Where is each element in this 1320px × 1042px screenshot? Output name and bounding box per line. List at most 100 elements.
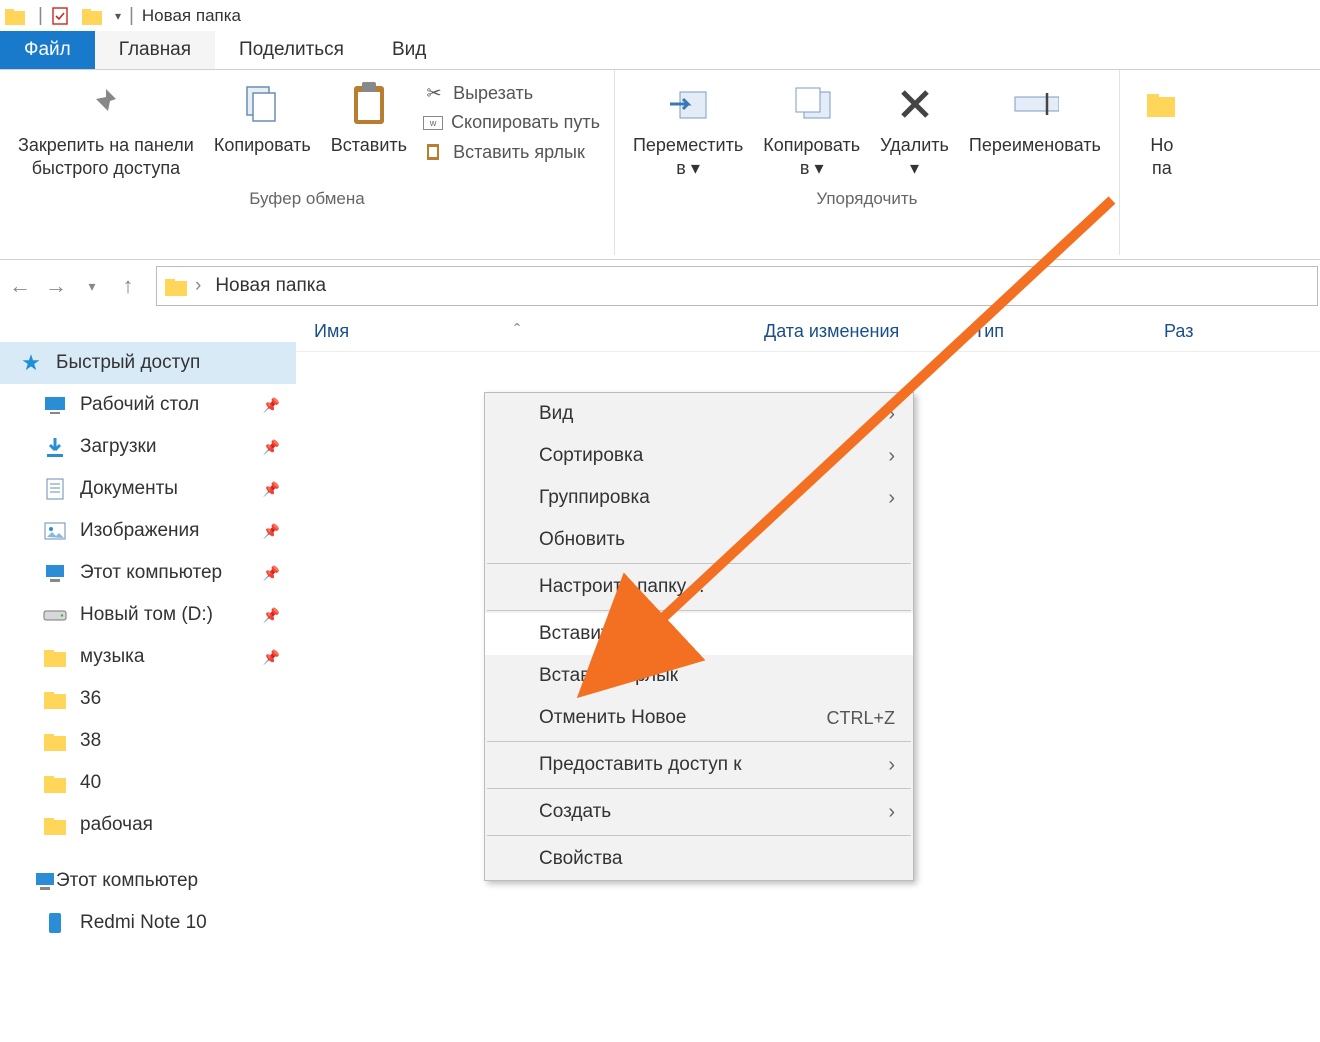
pin-icon: 📌 [263, 607, 280, 624]
tab-file[interactable]: Файл [0, 31, 95, 69]
sidebar-item-6[interactable]: музыка📌 [0, 636, 296, 678]
pin-icon: 📌 [263, 439, 280, 456]
move-to-button[interactable]: Переместить в ▾ [623, 74, 753, 185]
documents-icon [42, 476, 68, 502]
move-to-label: Переместить в ▾ [633, 134, 743, 179]
ctx-refresh[interactable]: Обновить [485, 519, 913, 561]
breadcrumb-separator: › [195, 275, 201, 297]
copy-icon [238, 80, 286, 128]
menu-separator [487, 563, 911, 564]
paste-button[interactable]: Вставить [321, 74, 417, 163]
titlebar-separator-2: | [129, 5, 134, 27]
column-headers: Имя ˆ Дата изменения Тип Раз [296, 312, 1320, 352]
pin-icon: 📌 [263, 565, 280, 582]
path-icon: w [423, 116, 443, 130]
chevron-right-icon: › [888, 801, 895, 824]
scissors-icon: ✂ [423, 82, 445, 104]
chevron-right-icon: › [888, 754, 895, 777]
clipboard-icon [345, 80, 393, 128]
sidebar-item-3[interactable]: Изображения📌 [0, 510, 296, 552]
ctx-paste[interactable]: Вставить [485, 613, 913, 655]
folder-icon [42, 770, 68, 796]
back-button[interactable]: ← [2, 268, 38, 304]
sidebar-item-10[interactable]: рабочая [0, 804, 296, 846]
pin-icon: 📌 [263, 397, 280, 414]
folder-icon [42, 644, 68, 670]
pc-icon [34, 871, 56, 891]
sidebar-item-1[interactable]: Загрузки📌 [0, 426, 296, 468]
forward-button[interactable]: → [38, 268, 74, 304]
titlebar-separator: | [38, 5, 43, 27]
rename-button[interactable]: Переименовать [959, 74, 1111, 163]
sidebar-item-0[interactable]: Рабочий стол📌 [0, 384, 296, 426]
paste-label: Вставить [331, 134, 407, 157]
menu-separator [487, 610, 911, 611]
copy-to-button[interactable]: Копировать в ▾ [753, 74, 870, 185]
column-type[interactable]: Тип [974, 321, 1164, 342]
sidebar-quick-access[interactable]: ★ Быстрый доступ [0, 342, 296, 384]
cut-button[interactable]: ✂ Вырезать [423, 78, 600, 108]
ctx-view[interactable]: Вид› [485, 393, 913, 435]
ctx-new[interactable]: Создать› [485, 791, 913, 833]
window-title: Новая папка [142, 6, 241, 26]
menu-separator [487, 835, 911, 836]
drive-icon [42, 602, 68, 628]
column-date[interactable]: Дата изменения [764, 321, 974, 342]
qat-dropdown-icon[interactable]: ▾ [115, 9, 121, 23]
folder-icon [2, 3, 28, 29]
pin-icon: 📌 [263, 649, 280, 666]
group-label-organize: Упорядочить [816, 185, 917, 209]
sidebar-item-9[interactable]: 40 [0, 762, 296, 804]
column-name[interactable]: Имя ˆ [314, 321, 764, 342]
ribbon-group-new-partial: Но па [1120, 70, 1204, 255]
phone-icon [42, 910, 68, 936]
rename-icon [1011, 80, 1059, 128]
folder-icon [165, 276, 187, 296]
sidebar-item-phone[interactable]: Redmi Note 10 [0, 902, 296, 944]
ctx-customize[interactable]: Настроить папку… [485, 566, 913, 608]
sidebar-item-7[interactable]: 36 [0, 678, 296, 720]
pin-quick-access-button[interactable]: Закрепить на панели быстрого доступа [8, 74, 204, 185]
folder-icon [42, 686, 68, 712]
pin-label: Закрепить на панели быстрого доступа [18, 134, 194, 179]
chevron-right-icon: › [888, 403, 895, 426]
sidebar-this-pc[interactable]: Этот компьютер [0, 860, 296, 902]
clipboard-mini-buttons: ✂ Вырезать w Скопировать путь Вставить я… [417, 74, 606, 167]
sidebar-item-4[interactable]: Этот компьютер📌 [0, 552, 296, 594]
tab-view[interactable]: Вид [368, 31, 450, 69]
ctx-properties[interactable]: Свойства [485, 838, 913, 880]
qat-properties-icon[interactable] [47, 3, 73, 29]
up-button[interactable]: ↑ [110, 268, 146, 304]
ctx-paste-shortcut[interactable]: Вставить ярлык [485, 655, 913, 697]
ctx-group[interactable]: Группировка› [485, 477, 913, 519]
address-bar[interactable]: › Новая папка [156, 266, 1318, 306]
folder-icon [42, 728, 68, 754]
tab-share[interactable]: Поделиться [215, 31, 368, 69]
chevron-right-icon: › [888, 487, 895, 510]
breadcrumb[interactable]: Новая папка [215, 275, 326, 297]
sidebar-item-2[interactable]: Документы📌 [0, 468, 296, 510]
tab-home[interactable]: Главная [95, 31, 215, 69]
delete-button[interactable]: Удалить ▾ [870, 74, 959, 185]
ctx-share-access[interactable]: Предоставить доступ к› [485, 744, 913, 786]
qat-folder-icon[interactable] [79, 3, 105, 29]
copy-path-button[interactable]: w Скопировать путь [423, 108, 600, 137]
copy-button[interactable]: Копировать [204, 74, 321, 163]
ctx-undo[interactable]: Отменить НовоеCTRL+Z [485, 697, 913, 739]
sort-up-icon: ˆ [514, 321, 520, 341]
copy-to-label: Копировать в ▾ [763, 134, 860, 179]
sidebar-item-8[interactable]: 38 [0, 720, 296, 762]
ctx-sort[interactable]: Сортировка› [485, 435, 913, 477]
copy-label: Копировать [214, 134, 311, 157]
sidebar-item-5[interactable]: Новый том (D:)📌 [0, 594, 296, 636]
context-menu: Вид› Сортировка› Группировка› Обновить Н… [484, 392, 914, 881]
new-folder-button[interactable]: Но па [1128, 74, 1196, 185]
move-to-icon [664, 80, 712, 128]
titlebar: | ▾ | Новая папка [0, 0, 1320, 32]
recent-dropdown[interactable]: ▾ [74, 268, 110, 304]
paste-shortcut-button[interactable]: Вставить ярлык [423, 137, 600, 167]
delete-label: Удалить ▾ [880, 134, 949, 179]
chevron-right-icon: › [888, 445, 895, 468]
column-size[interactable]: Раз [1164, 321, 1233, 342]
group-label-clipboard: Буфер обмена [249, 185, 365, 209]
